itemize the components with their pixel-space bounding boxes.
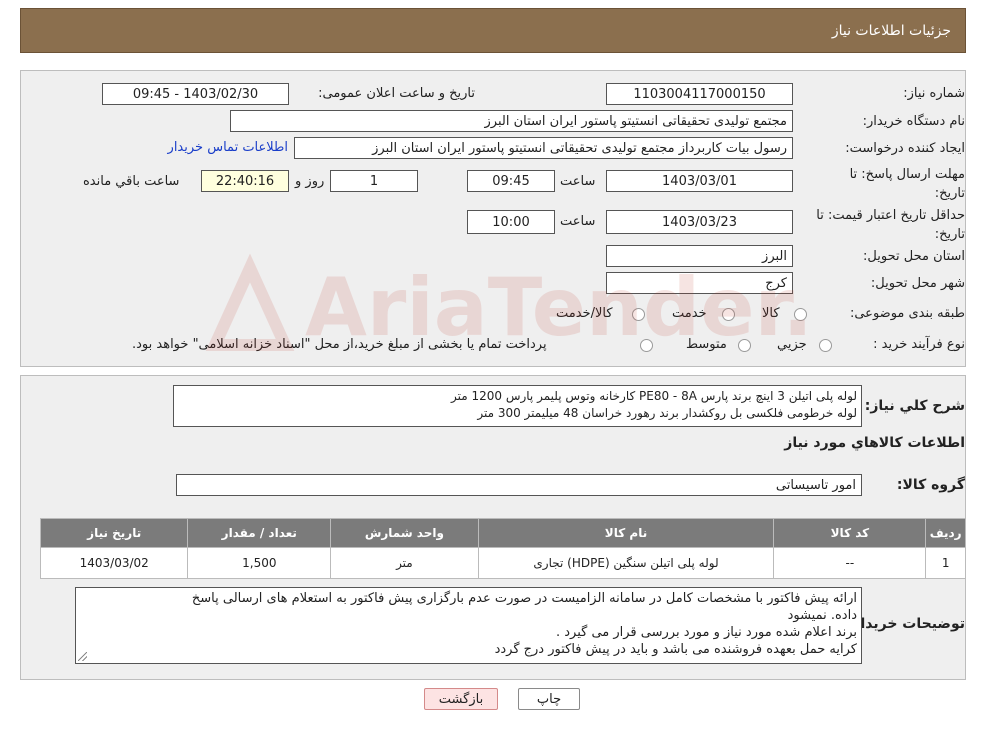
category-goods-radio[interactable]	[794, 308, 807, 321]
cell-item-code: --	[773, 547, 927, 579]
items-section-title: اطلاعات کالاهاي مورد نیاز	[784, 435, 965, 451]
goods-group-label: گروه کالا:	[896, 477, 965, 493]
buyer-notes-line-4: کرایه حمل بعهده فروشنده می باشد و باید د…	[494, 642, 857, 657]
buyer-notes-textarea[interactable]: ارائه پیش فاکتور با مشخصات کامل در سامان…	[75, 587, 862, 664]
category-service-label: خدمت	[672, 306, 707, 321]
page-title: جزئیات اطلاعات نیاز	[831, 22, 951, 39]
col-item-name: نام کالا	[477, 518, 775, 548]
buyer-contact-link[interactable]: اطلاعات تماس خریدار	[168, 140, 288, 155]
cell-row-number: 1	[925, 547, 966, 579]
need-number-field: 1103004117000150	[606, 83, 793, 105]
price-validity-date-field: 1403/03/23	[606, 210, 793, 234]
buyer-notes-line-2: داده. نمیشود	[787, 608, 857, 623]
buyer-notes-line-3: برند اعلام شده مورد نیاز و مورد بررسی قر…	[555, 625, 857, 640]
category-goods-service-label: کالا/خدمت	[556, 306, 613, 321]
buyer-org-label: نام دستگاه خریدار:	[862, 114, 965, 129]
price-validity-label: حداقل تاریخ اعتبار قیمت: تا تاریخ:	[816, 206, 965, 244]
need-number-label: شماره نیاز:	[903, 86, 965, 101]
announce-datetime-field: 1403/02/30 - 09:45	[102, 83, 289, 105]
remaining-time-label: ساعت باقي مانده	[83, 174, 180, 189]
announce-datetime-label: تاریخ و ساعت اعلان عمومی:	[318, 86, 475, 101]
cell-need-date: 1403/03/02	[39, 547, 189, 579]
remaining-time-field: 22:40:16	[201, 170, 289, 192]
price-validity-label-line2: تاریخ:	[934, 227, 965, 242]
description-label: شرح کلي نیاز:	[864, 398, 965, 414]
payment-note-radio[interactable]	[640, 339, 653, 352]
back-button[interactable]: بازگشت	[424, 688, 498, 710]
remaining-days-field: 1	[330, 170, 418, 192]
process-minor-label: جزیي	[777, 337, 807, 352]
buyer-org-field: مجتمع تولیدی تحقیقاتی انستیتو پاستور ایر…	[230, 110, 793, 132]
price-validity-time-label: ساعت	[560, 214, 596, 229]
deadline-time-label: ساعت	[560, 174, 596, 189]
days-label: روز و	[295, 174, 325, 189]
category-service-radio[interactable]	[722, 308, 735, 321]
process-type-label: نوع فرآیند خرید :	[873, 337, 965, 352]
cell-item-name: لوله پلی اتیلن سنگین (HDPE) تجاری	[477, 547, 775, 579]
table-row: 1 -- لوله پلی اتیلن سنگین (HDPE) تجاری م…	[39, 547, 966, 579]
col-row-number: ردیف	[925, 518, 966, 548]
category-goods-service-radio[interactable]	[632, 308, 645, 321]
print-button[interactable]: چاپ	[518, 688, 580, 710]
payment-note: پرداخت تمام یا بخشی از مبلغ خرید،از محل …	[132, 337, 547, 352]
description-line-1: لوله پلی اتیلن 3 اینچ برند پارس PE80 - 8…	[450, 389, 857, 403]
category-goods-label: کالا	[762, 306, 780, 321]
province-label: استان محل تحویل:	[863, 249, 965, 264]
col-need-date: تاریخ نیاز	[39, 518, 189, 548]
deadline-label-line1: مهلت ارسال پاسخ: تا	[849, 167, 965, 182]
deadline-date-field: 1403/03/01	[606, 170, 793, 192]
items-table-header: ردیف کد کالا نام کالا واحد شمارش تعداد /…	[39, 518, 966, 548]
col-unit: واحد شمارش	[330, 518, 479, 548]
creator-label: ایجاد کننده درخواست:	[845, 141, 965, 156]
page-header: جزئیات اطلاعات نیاز	[20, 8, 966, 53]
items-table: ردیف کد کالا نام کالا واحد شمارش تعداد /…	[39, 518, 966, 579]
cell-unit: متر	[330, 547, 479, 579]
description-line-2: لوله خرطومی فلکسی بل روکشدار برند رهورد …	[477, 406, 857, 420]
buyer-notes-label: توضیحات خریدار:	[846, 616, 965, 632]
description-textarea[interactable]: لوله پلی اتیلن 3 اینچ برند پارس PE80 - 8…	[173, 385, 862, 427]
resize-handle-icon[interactable]	[78, 652, 87, 661]
category-label: طبقه بندی موضوعی:	[849, 306, 965, 321]
city-label: شهر محل تحویل:	[870, 276, 965, 291]
col-item-code: کد کالا	[773, 518, 927, 548]
deadline-label-line2: تاریخ:	[934, 186, 965, 201]
col-quantity: تعداد / مقدار	[187, 518, 332, 548]
province-field: البرز	[606, 245, 793, 267]
deadline-time-field: 09:45	[467, 170, 555, 192]
deadline-label: مهلت ارسال پاسخ: تا تاریخ:	[850, 165, 965, 203]
price-validity-time-field: 10:00	[467, 210, 555, 234]
goods-group-field: امور تاسیساتی	[176, 474, 862, 496]
buyer-notes-line-1: ارائه پیش فاکتور با مشخصات کامل در سامان…	[191, 591, 857, 606]
price-validity-label-line1: حداقل تاریخ اعتبار قیمت: تا	[816, 208, 965, 223]
process-medium-radio[interactable]	[738, 339, 751, 352]
process-medium-label: متوسط	[686, 337, 727, 352]
cell-quantity: 1,500	[187, 547, 332, 579]
creator-field: رسول بیات کاربرداز مجتمع تولیدی تحقیقاتی…	[294, 137, 793, 159]
process-minor-radio[interactable]	[819, 339, 832, 352]
city-field: کرج	[606, 272, 793, 294]
